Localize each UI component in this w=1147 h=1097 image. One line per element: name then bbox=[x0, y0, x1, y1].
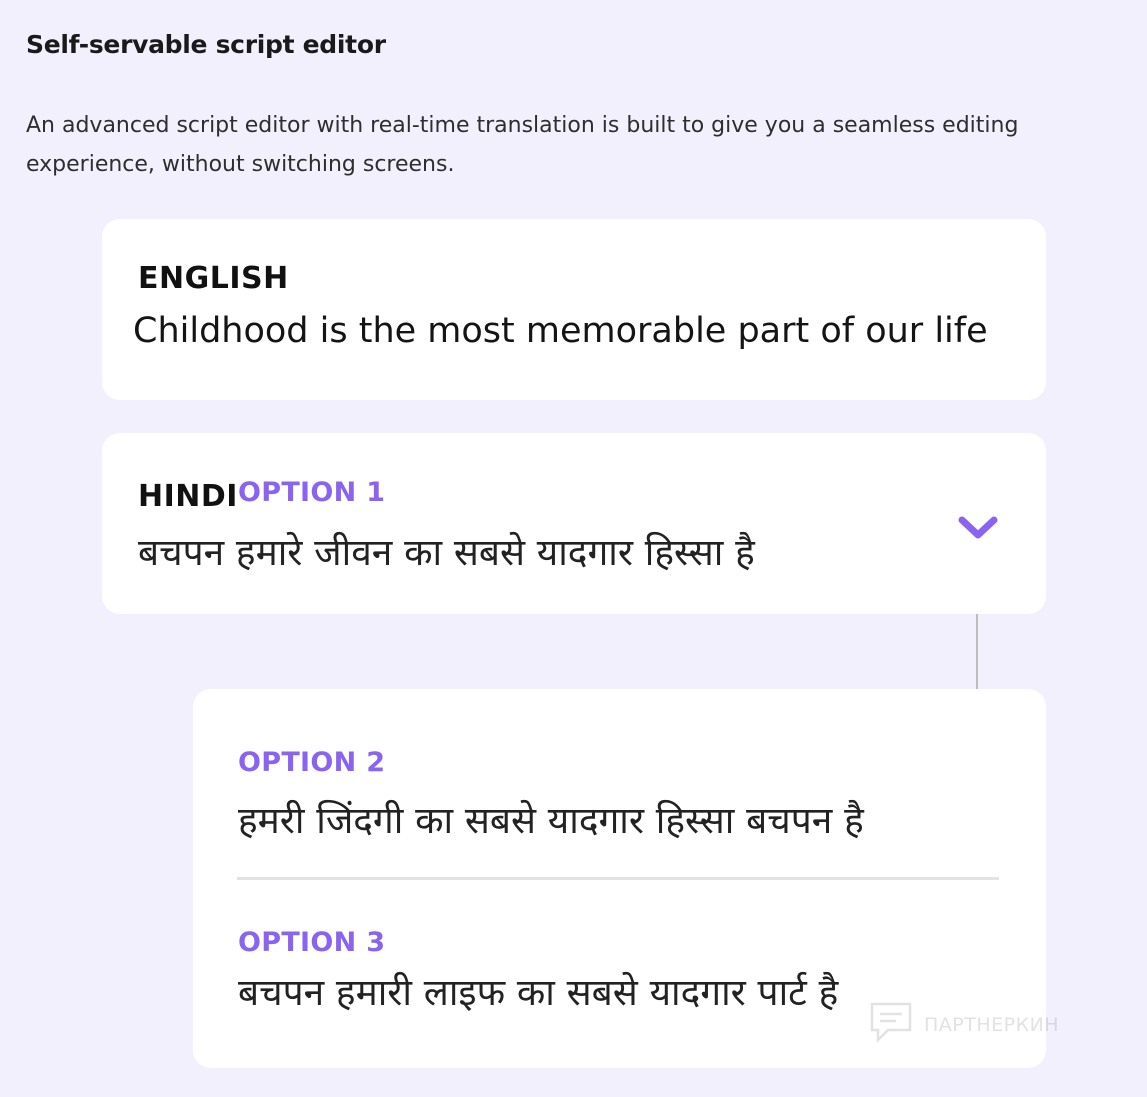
selected-option-label: OPTION 1 bbox=[238, 477, 386, 508]
english-source-text[interactable]: Childhood is the most memorable part of … bbox=[133, 311, 988, 351]
hindi-translation-text[interactable]: बचपन हमारे जीवन का सबसे यादगार हिस्सा है bbox=[138, 525, 755, 576]
section-description: An advanced script editor with real-time… bbox=[26, 113, 1019, 177]
chevron-down-icon[interactable] bbox=[958, 514, 998, 544]
hindi-language-label: HINDI bbox=[138, 479, 238, 514]
watermark: ПАРТНЕРКИН bbox=[868, 1000, 1059, 1049]
option-text[interactable]: बचपन हमारी लाइफ का सबसे यादगार पार्ट है bbox=[238, 965, 838, 1016]
section-title: Self-servable script editor bbox=[26, 30, 386, 59]
english-card: ENGLISH Childhood is the most memorable … bbox=[102, 219, 1046, 400]
chat-bubble-icon bbox=[868, 1000, 914, 1049]
option-label: OPTION 3 bbox=[238, 927, 386, 958]
option-label: OPTION 2 bbox=[238, 747, 386, 778]
english-language-label: ENGLISH bbox=[138, 261, 289, 296]
option-text[interactable]: हमरी जिंदगी का सबसे यादगार हिस्सा बचपन ह… bbox=[238, 793, 864, 844]
hindi-card[interactable]: HINDI OPTION 1 बचपन हमारे जीवन का सबसे य… bbox=[102, 433, 1046, 614]
watermark-text: ПАРТНЕРКИН bbox=[924, 1013, 1060, 1036]
options-divider bbox=[237, 877, 999, 880]
